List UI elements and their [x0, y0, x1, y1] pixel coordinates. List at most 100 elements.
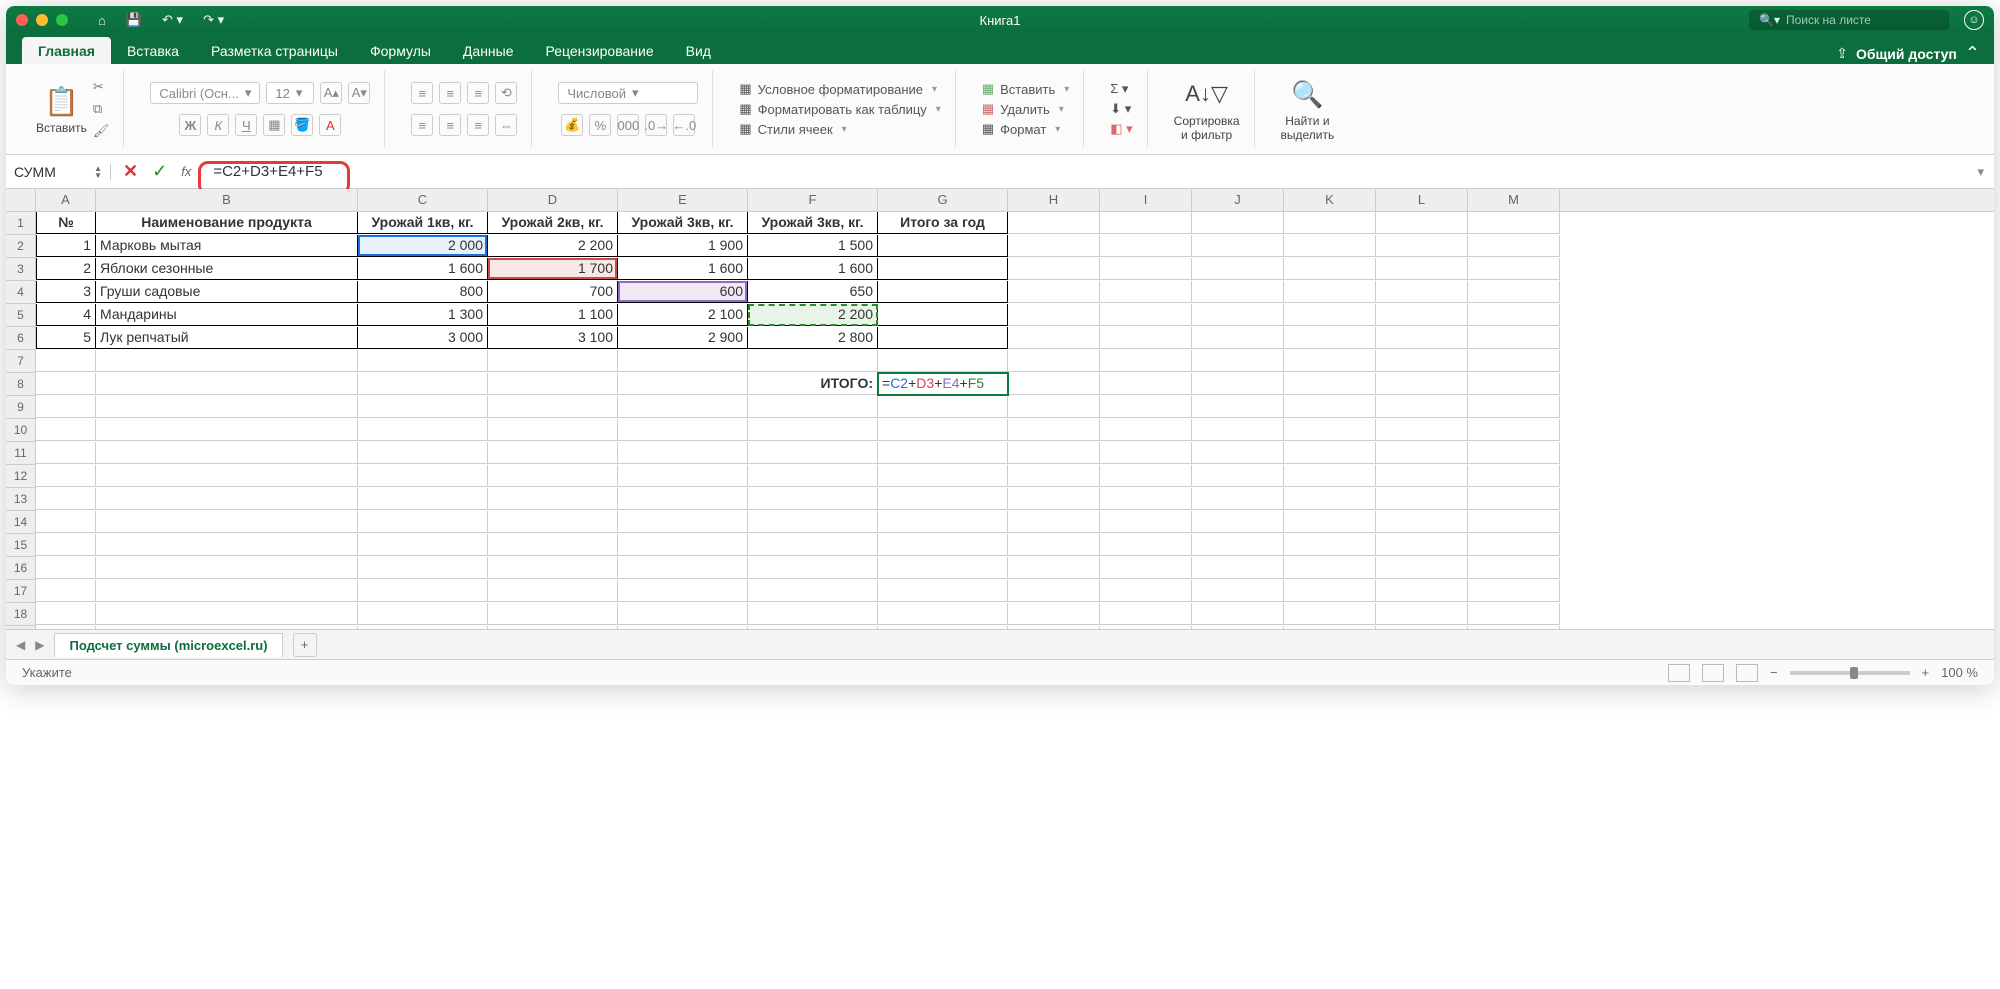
cell[interactable]	[1376, 626, 1468, 629]
tab-layout[interactable]: Разметка страницы	[195, 37, 354, 64]
cell[interactable]	[1008, 281, 1100, 303]
cell[interactable]	[878, 281, 1008, 303]
row-header[interactable]: 7	[6, 350, 36, 373]
cell[interactable]	[1284, 350, 1376, 372]
cell[interactable]	[1100, 511, 1192, 533]
cell[interactable]	[1192, 258, 1284, 280]
cell[interactable]	[878, 327, 1008, 349]
cell[interactable]	[1008, 557, 1100, 579]
cell[interactable]	[358, 442, 488, 464]
cell[interactable]	[1284, 212, 1376, 234]
cell[interactable]	[96, 534, 358, 556]
cell[interactable]	[1192, 488, 1284, 510]
cell[interactable]	[358, 534, 488, 556]
next-sheet-icon[interactable]: ▶	[35, 638, 44, 652]
active-cell-g8[interactable]: =C2+D3+E4+F5	[878, 373, 1008, 395]
copy-icon[interactable]: ⧉	[93, 101, 110, 117]
cell[interactable]	[1100, 534, 1192, 556]
cell[interactable]	[1008, 442, 1100, 464]
cell[interactable]	[618, 465, 748, 487]
cell[interactable]	[1100, 281, 1192, 303]
cell[interactable]	[488, 442, 618, 464]
number-format-select[interactable]: Числовой▾	[558, 82, 698, 104]
cell[interactable]	[36, 626, 96, 629]
cell[interactable]	[1100, 373, 1192, 395]
cell[interactable]	[878, 350, 1008, 372]
expand-formula-bar[interactable]: ▾	[1967, 164, 1994, 180]
comma-icon[interactable]: 000	[617, 114, 639, 136]
cell[interactable]	[1008, 511, 1100, 533]
cell[interactable]	[1284, 511, 1376, 533]
cell[interactable]	[36, 488, 96, 510]
font-size-select[interactable]: 12▾	[266, 82, 314, 104]
cell[interactable]	[358, 580, 488, 602]
minimize-window[interactable]	[36, 14, 48, 26]
cell[interactable]	[488, 396, 618, 418]
cell[interactable]	[1100, 419, 1192, 441]
borders-button[interactable]: ▦	[263, 114, 285, 136]
cell[interactable]: 2	[36, 258, 96, 280]
cell[interactable]	[1376, 373, 1468, 395]
cell[interactable]: 1 600	[618, 258, 748, 280]
paste-button[interactable]: 📋 Вставить	[36, 83, 87, 135]
cell[interactable]	[1468, 373, 1560, 395]
autosum[interactable]: Σ ▾	[1110, 81, 1132, 97]
cell[interactable]	[1468, 580, 1560, 602]
cell[interactable]	[1192, 511, 1284, 533]
cell[interactable]: Марковь мытая	[96, 235, 358, 257]
cell[interactable]	[1192, 373, 1284, 395]
cell[interactable]	[1468, 534, 1560, 556]
cell[interactable]: 2 200	[488, 235, 618, 257]
cell[interactable]	[1100, 488, 1192, 510]
add-sheet-button[interactable]: +	[293, 633, 317, 657]
cell[interactable]	[1100, 350, 1192, 372]
cell[interactable]	[1468, 281, 1560, 303]
cell[interactable]	[1468, 603, 1560, 625]
cell[interactable]	[1284, 281, 1376, 303]
tab-view[interactable]: Вид	[670, 37, 727, 64]
row-header[interactable]: 17	[6, 580, 36, 603]
cell[interactable]	[1284, 626, 1376, 629]
cell[interactable]	[1468, 419, 1560, 441]
cell[interactable]	[1284, 373, 1376, 395]
find-select-button[interactable]: 🔍 Найти и выделить	[1281, 76, 1335, 142]
cell[interactable]	[1376, 419, 1468, 441]
cell[interactable]	[36, 419, 96, 441]
cell[interactable]	[1468, 327, 1560, 349]
cell[interactable]	[748, 419, 878, 441]
cell[interactable]	[1376, 235, 1468, 257]
fill-color-button[interactable]: 🪣	[291, 114, 313, 136]
page-break-view-icon[interactable]	[1736, 664, 1758, 682]
increase-font-icon[interactable]: A▴	[320, 82, 342, 104]
cell[interactable]	[1376, 258, 1468, 280]
cell[interactable]	[618, 488, 748, 510]
cell[interactable]	[1192, 557, 1284, 579]
cell[interactable]	[1192, 465, 1284, 487]
increase-decimal-icon[interactable]: .0→	[645, 114, 667, 136]
font-color-button[interactable]: A	[319, 114, 341, 136]
cell[interactable]	[618, 373, 748, 395]
cell[interactable]	[36, 396, 96, 418]
row-header[interactable]: 18	[6, 603, 36, 626]
cell[interactable]	[618, 580, 748, 602]
cell[interactable]	[1008, 258, 1100, 280]
cell[interactable]	[1376, 442, 1468, 464]
cell[interactable]	[488, 603, 618, 625]
cell[interactable]	[1284, 557, 1376, 579]
cell[interactable]	[1376, 212, 1468, 234]
tab-formulas[interactable]: Формулы	[354, 37, 447, 64]
format-cells[interactable]: ▦Формат	[982, 121, 1069, 137]
cell[interactable]: Наименование продукта	[96, 212, 358, 234]
cell[interactable]	[1100, 580, 1192, 602]
cell[interactable]	[96, 350, 358, 372]
cell[interactable]: 3 000	[358, 327, 488, 349]
col-header[interactable]: B	[96, 189, 358, 211]
row-header[interactable]: 8	[6, 373, 36, 396]
row-header[interactable]: 3	[6, 258, 36, 281]
cell[interactable]	[618, 396, 748, 418]
cell[interactable]: 3	[36, 281, 96, 303]
cell[interactable]	[488, 511, 618, 533]
cell[interactable]	[1008, 603, 1100, 625]
sheet-tab[interactable]: Подсчет суммы (microexcel.ru)	[54, 633, 282, 657]
cell[interactable]	[1376, 396, 1468, 418]
